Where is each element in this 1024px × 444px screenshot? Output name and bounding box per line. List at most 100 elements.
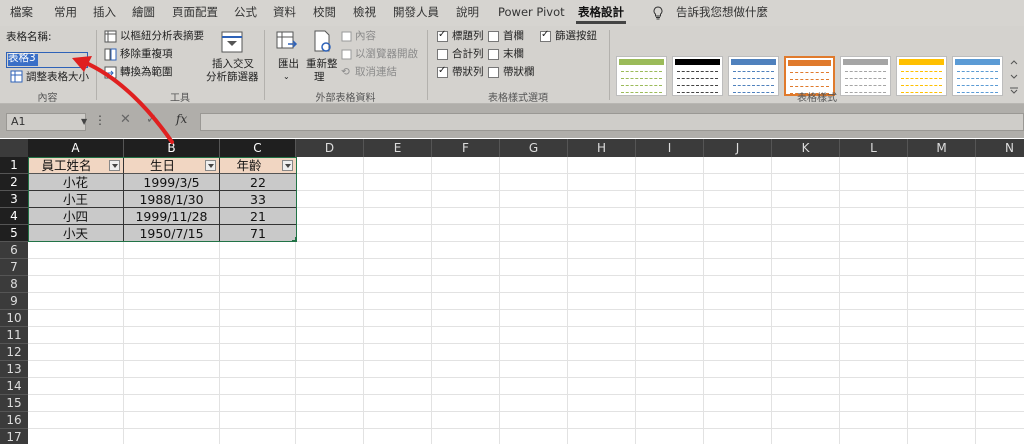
table-cell[interactable]: 33 <box>220 191 297 208</box>
column-header-m[interactable]: M <box>908 139 976 157</box>
row-header-15[interactable]: 15 <box>0 395 28 412</box>
header-row-checkbox[interactable] <box>437 29 448 42</box>
summarize-pivot-button[interactable]: 以樞紐分析表摘要 <box>120 29 204 43</box>
tab-home[interactable]: 常用 <box>54 0 77 26</box>
row-header-10[interactable]: 10 <box>0 310 28 327</box>
grid-hline <box>28 309 1024 310</box>
row-header-3[interactable]: 3 <box>0 191 28 208</box>
table-cell[interactable]: 1999/11/28 <box>124 208 220 225</box>
last-column-checkbox[interactable] <box>488 49 499 60</box>
column-header-l[interactable]: L <box>840 139 908 157</box>
grid-hline <box>28 411 1024 412</box>
column-header-j[interactable]: J <box>704 139 772 157</box>
tab-help[interactable]: 說明 <box>456 0 479 26</box>
tab-draw[interactable]: 繪圖 <box>132 0 155 26</box>
column-header-b[interactable]: B <box>124 139 220 157</box>
row-header-8[interactable]: 8 <box>0 276 28 293</box>
row-header-6[interactable]: 6 <box>0 242 28 259</box>
remove-duplicates-button[interactable]: 移除重複項 <box>120 47 173 61</box>
column-header-d[interactable]: D <box>296 139 364 157</box>
external-properties-button[interactable]: 內容 <box>355 29 376 43</box>
tab-formulas[interactable]: 公式 <box>234 0 257 26</box>
first-column-checkbox[interactable] <box>488 31 499 42</box>
table-header-cell[interactable]: 員工姓名 <box>28 157 124 174</box>
tab-developer[interactable]: 開發人員 <box>393 0 439 26</box>
table-resize-handle[interactable] <box>292 237 297 242</box>
tab-file[interactable]: 檔案 <box>10 0 33 26</box>
formula-input[interactable] <box>200 113 1024 131</box>
table-name-input-border[interactable] <box>6 52 88 68</box>
banded-columns-checkbox[interactable] <box>488 67 499 78</box>
tab-view[interactable]: 檢視 <box>353 0 376 26</box>
resize-table-button[interactable]: 調整表格大小 <box>26 70 89 84</box>
insert-slicer-button-line2[interactable]: 分析篩選器 <box>206 70 259 84</box>
table-cell[interactable]: 1988/1/30 <box>124 191 220 208</box>
table-cell[interactable]: 21 <box>220 208 297 225</box>
table-header-cell[interactable]: 生日 <box>124 157 220 174</box>
filter-dropdown-icon[interactable] <box>205 160 216 171</box>
row-header-16[interactable]: 16 <box>0 412 28 429</box>
row-header-11[interactable]: 11 <box>0 327 28 344</box>
row-header-14[interactable]: 14 <box>0 378 28 395</box>
table-cell[interactable]: 1950/7/15 <box>124 225 220 242</box>
more-options-icon[interactable]: ⋮ <box>94 113 106 127</box>
column-header-c[interactable]: C <box>220 139 296 157</box>
name-box[interactable]: A1 ▼ <box>6 113 87 131</box>
total-row-checkbox[interactable] <box>437 49 448 60</box>
filter-button-checkbox[interactable] <box>540 29 551 42</box>
table-cell[interactable]: 71 <box>220 225 297 242</box>
tell-me-text: 告訴我您想做什麼 <box>676 5 768 19</box>
chevron-down-icon[interactable]: ▼ <box>81 117 87 126</box>
table-cell[interactable]: 小四 <box>28 208 124 225</box>
tab-review[interactable]: 校閱 <box>313 0 336 26</box>
filter-dropdown-icon[interactable] <box>282 160 293 171</box>
table-cell[interactable]: 22 <box>220 174 297 191</box>
row-header-9[interactable]: 9 <box>0 293 28 310</box>
row-header-13[interactable]: 13 <box>0 361 28 378</box>
refresh-button-line1[interactable]: 重新整 <box>306 57 338 71</box>
row-headers: 1 2 3 4 5 6 7 8 9 10 11 12 13 14 15 16 17 <box>0 157 28 444</box>
open-in-browser-button[interactable]: 以瀏覽器開啟 <box>355 47 418 61</box>
column-header-k[interactable]: K <box>772 139 840 157</box>
row-header-12[interactable]: 12 <box>0 344 28 361</box>
row-header-5[interactable]: 5 <box>0 225 28 242</box>
column-header-h[interactable]: H <box>568 139 636 157</box>
column-header-a[interactable]: A <box>28 139 124 157</box>
row-header-7[interactable]: 7 <box>0 259 28 276</box>
column-header-e[interactable]: E <box>364 139 432 157</box>
unlink-button[interactable]: 取消連結 <box>355 65 397 79</box>
filter-dropdown-icon[interactable] <box>109 160 120 171</box>
filter-button-label: 篩選按鈕 <box>555 30 597 42</box>
excel-table[interactable]: 員工姓名 生日 年齡小花 1999/3/5 22 小王 1988/1/30 33 小四 1999/… <box>28 157 297 242</box>
column-header-f[interactable]: F <box>432 139 500 157</box>
column-headers: ABCDEFGHIJKLMN <box>0 139 1024 157</box>
insert-function-icon[interactable]: fx <box>176 112 187 126</box>
table-header-cell[interactable]: 年齡 <box>220 157 297 174</box>
column-header-i[interactable]: I <box>636 139 704 157</box>
table-cell[interactable]: 小花 <box>28 174 124 191</box>
row-header-2[interactable]: 2 <box>0 174 28 191</box>
insert-slicer-button-line1[interactable]: 插入交叉 <box>212 57 254 71</box>
row-header-4[interactable]: 4 <box>0 208 28 225</box>
row-header-17[interactable]: 17 <box>0 429 28 444</box>
enter-icon[interactable]: ✓ <box>146 112 157 127</box>
tab-power-pivot[interactable]: Power Pivot <box>498 0 565 26</box>
table-cell[interactable]: 1999/3/5 <box>124 174 220 191</box>
export-dropdown-icon[interactable]: ⌄ <box>283 70 290 84</box>
table-cell[interactable]: 小王 <box>28 191 124 208</box>
refresh-button-line2[interactable]: 理 <box>314 70 325 84</box>
banded-rows-checkbox[interactable] <box>437 65 448 78</box>
tab-page-layout[interactable]: 頁面配置 <box>172 0 218 26</box>
tab-insert[interactable]: 插入 <box>93 0 116 26</box>
row-header-1[interactable]: 1 <box>0 157 28 174</box>
tab-table-design[interactable]: 表格設計 <box>576 0 626 26</box>
tab-data[interactable]: 資料 <box>273 0 296 26</box>
convert-to-range-button[interactable]: 轉換為範圍 <box>120 65 173 79</box>
export-button[interactable]: 匯出 <box>278 57 299 71</box>
worksheet-grid[interactable]: 員工姓名 生日 年齡小花 1999/3/5 22 小王 1988/1/30 33 小四 1999/… <box>28 157 1024 444</box>
table-cell[interactable]: 小天 <box>28 225 124 242</box>
column-header-n[interactable]: N <box>976 139 1024 157</box>
column-header-g[interactable]: G <box>500 139 568 157</box>
banded-rows-label: 帶狀列 <box>452 66 484 78</box>
cancel-icon[interactable]: ✕ <box>120 112 131 127</box>
